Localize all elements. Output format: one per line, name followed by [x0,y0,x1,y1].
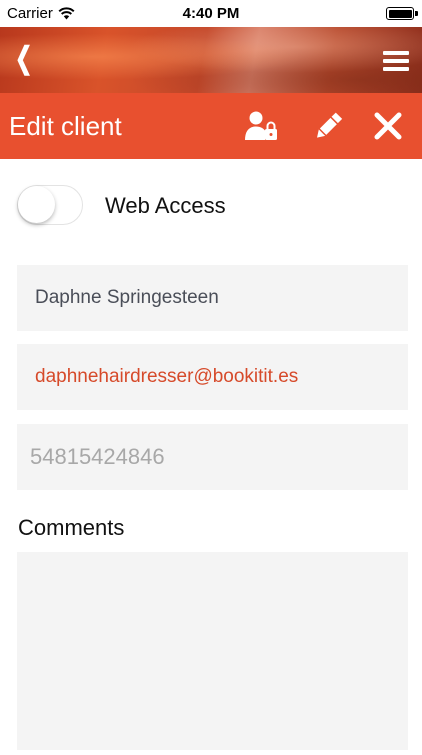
name-field-container [17,265,408,331]
clock: 4:40 PM [182,5,240,22]
phone-field-container [17,424,408,490]
comments-container [17,552,408,750]
battery-icon [386,7,418,20]
name-field[interactable] [17,265,408,331]
web-access-toggle[interactable] [17,185,83,225]
page-title: Edit client [9,111,122,141]
email-field-container [17,344,408,410]
title-bar: Edit client [0,93,422,159]
header-banner: ❮ [0,27,422,93]
back-button[interactable]: ❮ [15,41,33,77]
email-field[interactable] [17,344,408,410]
menu-icon[interactable] [383,51,409,71]
user-lock-icon[interactable] [243,109,279,143]
comments-label: Comments [18,515,125,540]
status-bar: Carrier 4:40 PM [0,0,422,27]
phone-field[interactable] [17,424,408,490]
web-access-label: Web Access [105,193,226,218]
comments-textarea[interactable] [17,552,408,750]
toggle-knob [18,186,55,223]
web-access-row: Web Access [0,183,422,233]
close-icon[interactable] [370,109,406,143]
pencil-icon[interactable] [310,109,346,143]
